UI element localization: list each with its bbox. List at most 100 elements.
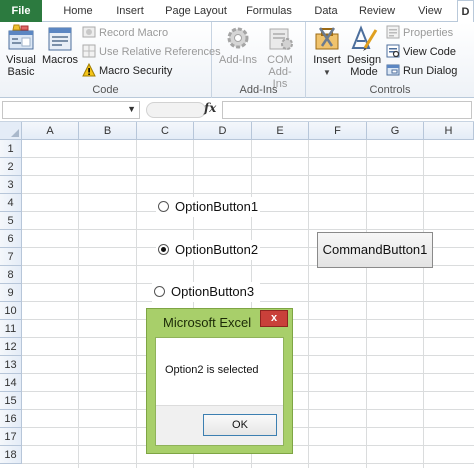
formula-bar: ▼ fx [0,98,474,122]
select-all-corner[interactable] [0,122,22,140]
message-box-dialog: Microsoft Excel x Option2 is selected OK [146,308,293,454]
row-header-3[interactable]: 3 [0,176,22,194]
row-header-15[interactable]: 15 [0,392,22,410]
worksheet-grid[interactable]: A B C D E F G H 1 2 3 4 5 6 7 8 9 10 11 … [0,122,474,468]
row-header-9[interactable]: 9 [0,284,22,302]
row-header-5[interactable]: 5 [0,212,22,230]
gridline [22,175,474,176]
code-group: Visual Basic Macros Record Macro Use Rel… [0,22,221,98]
macros-icon [45,24,75,52]
close-icon[interactable]: x [260,310,288,327]
insert-control-label: Insert [313,54,341,66]
dialog-message: Option2 is selected [165,364,259,376]
tab-data[interactable]: Data [308,0,344,22]
column-header-h[interactable]: H [424,122,474,140]
properties-label: Properties [403,27,454,39]
add-ins-group-label: Add-Ins [239,84,278,96]
view-code-icon [386,44,400,58]
column-header-d[interactable]: D [194,122,252,140]
tab-review[interactable]: Review [354,0,400,22]
use-relative-references-button[interactable]: Use Relative References [82,44,221,61]
row-header-10[interactable]: 10 [0,302,22,320]
row-header-8[interactable]: 8 [0,266,22,284]
row-header-2[interactable]: 2 [0,158,22,176]
design-mode-label: Design Mode [346,54,382,78]
tab-page-layout[interactable]: Page Layout [162,0,230,22]
macro-security-label: Macro Security [99,65,173,77]
design-mode-button[interactable]: Design Mode [344,24,384,78]
relative-references-icon [82,44,96,58]
macro-security-button[interactable]: Macro Security [82,62,173,80]
name-box[interactable]: ▼ [2,101,140,119]
properties-button[interactable]: Properties [386,25,453,42]
controls-group-label: Controls [369,84,411,96]
row-header-18[interactable]: 18 [0,446,22,464]
row-header-14[interactable]: 14 [0,374,22,392]
code-group-label: Code [92,84,119,96]
column-header-g[interactable]: G [367,122,424,140]
tab-file[interactable]: File [0,0,42,22]
insert-function-icon[interactable]: fx [204,101,216,115]
ribbon: Visual Basic Macros Record Macro Use Rel… [0,22,474,98]
row-header-6[interactable]: 6 [0,230,22,248]
name-box-dropdown-arrow[interactable]: ▼ [127,104,136,114]
row-header-7[interactable]: 7 [0,248,22,266]
column-header-e[interactable]: E [252,122,309,140]
macros-label: Macros [42,54,79,66]
macros-button[interactable]: Macros [42,24,78,66]
gridline [22,463,474,464]
row-header-17[interactable]: 17 [0,428,22,446]
use-relative-references-label: Use Relative References [99,46,221,58]
com-add-ins-button[interactable]: COM Add-Ins [260,24,300,90]
insert-dropdown-arrow: ▼ [323,68,331,77]
tab-home[interactable]: Home [58,0,98,22]
tab-developer[interactable]: D [457,0,474,23]
gridline [22,193,474,194]
radio-off-icon [154,286,165,297]
add-ins-group: Add-Ins COM Add-Ins Add-Ins [212,22,306,98]
dialog-title: Microsoft Excel [163,315,252,330]
gridline [366,140,367,468]
gridline [136,140,137,468]
row-header-1[interactable]: 1 [0,140,22,158]
option-button-2[interactable]: OptionButton2 [156,240,260,260]
record-macro-button[interactable]: Record Macro [82,25,168,42]
column-header-f[interactable]: F [309,122,367,140]
radio-on-icon [158,244,169,255]
formula-input[interactable] [222,101,472,119]
run-dialog-button[interactable]: Run Dialog [386,63,457,80]
row-header-13[interactable]: 13 [0,356,22,374]
tab-view[interactable]: View [410,0,450,22]
column-header-a[interactable]: A [22,122,79,140]
tab-formulas[interactable]: Formulas [240,0,298,22]
option-button-1[interactable]: OptionButton1 [156,197,260,217]
run-dialog-label: Run Dialog [403,65,458,77]
row-header-12[interactable]: 12 [0,338,22,356]
row-header-11[interactable]: 11 [0,320,22,338]
ribbon-tab-bar: File Home Insert Page Layout Formulas Da… [0,0,474,23]
gridline [78,140,79,468]
gridline [22,229,474,230]
toolbox-icon [312,24,342,52]
tab-insert[interactable]: Insert [108,0,152,22]
column-header-b[interactable]: B [79,122,137,140]
view-code-button[interactable]: View Code [386,44,456,61]
visual-basic-button[interactable]: Visual Basic [2,24,40,78]
option-button-3[interactable]: OptionButton3 [152,282,260,302]
option-button-3-label: OptionButton3 [171,284,255,299]
gridline [308,140,309,468]
visual-basic-icon [6,24,36,52]
column-header-c[interactable]: C [137,122,194,140]
view-code-label: View Code [403,46,456,58]
row-header-4[interactable]: 4 [0,194,22,212]
option-button-1-label: OptionButton1 [175,199,259,214]
gridline [423,140,424,468]
option-button-2-label: OptionButton2 [175,242,259,257]
insert-control-button[interactable]: Insert ▼ [310,24,344,79]
command-button-1[interactable]: CommandButton1 [317,232,433,268]
add-ins-label: Add-Ins [219,54,257,66]
add-ins-button[interactable]: Add-Ins [218,24,258,66]
ok-button[interactable]: OK [203,414,277,436]
row-header-16[interactable]: 16 [0,410,22,428]
formula-bar-splitter[interactable] [146,102,206,118]
